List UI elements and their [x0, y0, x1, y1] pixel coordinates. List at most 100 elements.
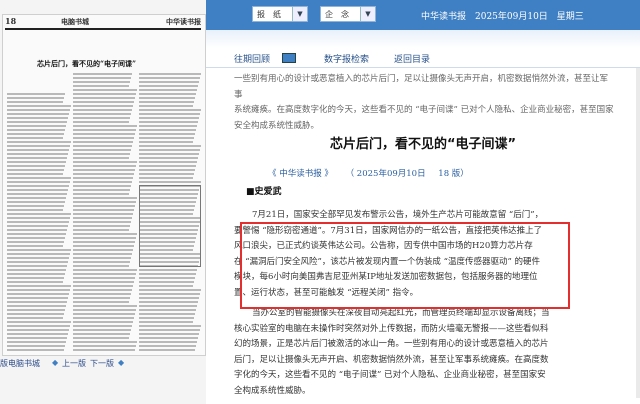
paper-text-line — [73, 129, 136, 131]
paper-text-line — [73, 305, 137, 307]
paper-text-line — [7, 241, 64, 243]
paper-headline: 芯片后门，看不见的“电子间谍” — [37, 59, 137, 68]
paper-text-line — [7, 129, 65, 131]
paper-text-line — [73, 341, 137, 343]
paper-text-line — [73, 277, 135, 279]
paper-text-line — [73, 245, 134, 247]
paper-text-line — [7, 273, 65, 275]
paper-text-line — [139, 133, 195, 135]
paper-text-line — [73, 265, 129, 267]
paper-text-line — [73, 109, 132, 111]
paper-text-line — [73, 93, 136, 95]
paper-text-line — [139, 137, 194, 139]
paper-text-line — [73, 77, 131, 79]
paper-text-line — [7, 189, 68, 191]
paper-text-line — [73, 257, 131, 259]
calendar-icon[interactable] — [282, 53, 296, 63]
paper-text-line — [139, 301, 198, 303]
paper-text-line — [73, 225, 130, 227]
paper-text-line — [7, 177, 71, 179]
paper-text-line — [7, 153, 68, 155]
paper-text-line — [139, 273, 196, 275]
paper-text-line — [139, 341, 197, 343]
paper-text-line — [7, 217, 70, 219]
paper-text-line — [7, 213, 71, 215]
page-navigation: 版电脑书城 ◆ 上一版 下一版 ◆ — [0, 357, 206, 371]
paper-text-line — [7, 257, 69, 259]
paper-text-line — [73, 317, 134, 319]
paper-text-line — [73, 293, 131, 295]
paper-text-line — [7, 261, 68, 263]
next-arrow-icon[interactable]: ◆ — [118, 358, 124, 367]
newspaper-page-image[interactable]: 18 电脑书城 中华读书报 芯片后门，看不见的“电子间谍” — [2, 14, 206, 356]
paper-text-line — [139, 285, 193, 287]
paper-text-line — [139, 125, 197, 127]
article-author: ■史爱武 — [246, 187, 282, 197]
paper-text-line — [7, 325, 70, 327]
paper-text-line — [73, 321, 133, 323]
paper-text-line — [73, 205, 135, 207]
paper-text-line — [73, 73, 132, 75]
edition-select[interactable]: 企 念 ▼ — [320, 6, 376, 22]
back-to-contents-link[interactable]: 返回目录 — [394, 52, 430, 65]
prev-arrow-icon[interactable]: ◆ — [52, 358, 58, 367]
paper-text-line — [7, 157, 67, 159]
paper-select[interactable]: 报 纸 ▼ — [252, 6, 308, 22]
article-title: 芯片后门，看不见的“电子间谍” — [329, 137, 517, 152]
article-meta: 《 中华读书报 》 （ 2025年09月10日 18 版） — [268, 167, 479, 179]
paper-text-line — [73, 121, 129, 123]
paper-text-line — [7, 309, 65, 311]
next-page-link[interactable]: 下一版 — [90, 358, 114, 369]
paper-text-line — [7, 285, 71, 287]
paper-text-line — [7, 221, 69, 223]
paper-text-line — [7, 245, 63, 247]
paper-text-line — [139, 149, 200, 151]
paper-text-line — [73, 221, 131, 223]
paper-text-line — [73, 157, 129, 159]
paper-text-line — [73, 161, 137, 163]
paper-brand: 中华读书报 — [166, 17, 201, 26]
paper-text-line — [73, 281, 134, 283]
paper-text-line — [139, 345, 196, 347]
paper-text-line — [73, 285, 133, 287]
paper-text-line — [7, 117, 68, 119]
paper-text-line — [73, 117, 130, 119]
paper-text-line — [139, 101, 194, 103]
top-toolbar: 报 纸 ▼ 企 念 ▼ 中华读书报 2025年09月10日 星期三 — [206, 0, 640, 30]
paper-text-line — [139, 117, 199, 119]
edition-select-value: 企 念 — [325, 10, 349, 19]
digital-search-link[interactable]: 数字报检索 — [324, 52, 369, 65]
intro-line: 系统瘫痪。在高度数字化的今天，这些看不见的 “电子间谍” 已对个人隐私、企业商业… — [234, 105, 614, 115]
paper-text-line — [73, 197, 137, 199]
paper-text-line — [7, 201, 65, 203]
paper-text-line — [7, 113, 69, 115]
paper-text-line — [73, 217, 132, 219]
meta-paper: 《 中华读书报 》 — [268, 169, 333, 179]
paper-text-line — [139, 329, 200, 331]
paper-text-line — [139, 321, 193, 323]
body-line: 核心实验室的电脑在未操作时突然对外上传数据，而防火墙毫无警报——这些看似科 — [234, 323, 549, 334]
newspaper-thumbnail-panel: 18 电脑书城 中华读书报 芯片后门，看不见的“电子间谍” 版电脑书城 ◆ 上一… — [0, 0, 206, 404]
paper-text-line — [73, 113, 131, 115]
chevron-down-icon[interactable]: ▼ — [292, 7, 307, 21]
paper-text-line — [7, 169, 64, 171]
prev-page-link[interactable]: 上一版 — [62, 358, 86, 369]
meta-page: 18 版） — [438, 169, 469, 179]
back-issues-link[interactable]: 往期回顾 — [234, 52, 270, 65]
body-line: 全构成系统性威胁。 — [234, 385, 311, 396]
paper-text-line — [73, 97, 135, 99]
paper-text-line — [73, 89, 137, 91]
paper-text-line — [139, 281, 194, 283]
scrollbar[interactable] — [636, 68, 640, 398]
paper-text-line — [73, 309, 136, 311]
paper-text-line — [139, 141, 193, 143]
paper-text-line — [7, 265, 67, 267]
paper-text-line — [73, 233, 137, 235]
paper-text-line — [7, 349, 64, 351]
paper-text-line — [73, 261, 130, 263]
paper-text-line — [139, 109, 201, 111]
paper-text-line — [7, 341, 66, 343]
paper-text-line — [139, 317, 194, 319]
section-link[interactable]: 版电脑书城 — [0, 358, 40, 369]
chevron-down-icon[interactable]: ▼ — [360, 7, 375, 21]
